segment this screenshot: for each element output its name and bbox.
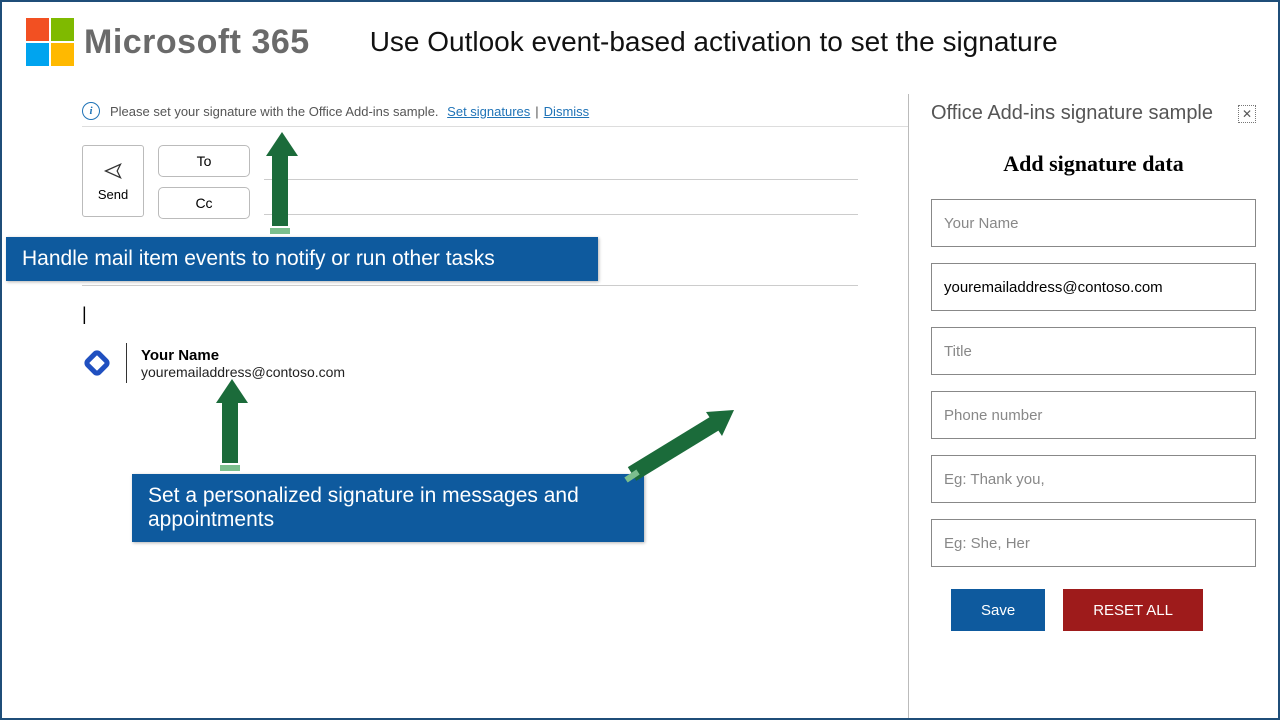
notification-bar: i Please set your signature with the Off… <box>82 102 908 127</box>
arrow-up-icon <box>216 379 244 471</box>
separator: | <box>535 104 538 119</box>
set-signatures-link[interactable]: Set signatures <box>447 104 530 119</box>
callout-events: Handle mail item events to notify or run… <box>6 237 598 281</box>
pronoun-field[interactable] <box>931 519 1256 567</box>
taskpane-title: Office Add-ins signature sample <box>931 102 1213 125</box>
callout-signature: Set a personalized signature in messages… <box>132 474 644 542</box>
arrow-diagonal-icon <box>622 404 742 484</box>
send-label: Send <box>98 187 128 202</box>
taskpane-heading: Add signature data <box>931 151 1256 177</box>
title-field[interactable] <box>931 327 1256 375</box>
greeting-field[interactable] <box>931 455 1256 503</box>
to-field[interactable] <box>264 145 858 180</box>
logo-text: Microsoft 365 <box>84 23 310 62</box>
info-icon: i <box>82 102 100 120</box>
reset-all-button[interactable]: RESET ALL <box>1063 589 1203 631</box>
send-icon <box>103 161 123 181</box>
email-field[interactable] <box>931 263 1256 311</box>
signature-email: youremailaddress@contoso.com <box>141 364 345 380</box>
signature-preview: Your Name youremailaddress@contoso.com <box>82 343 908 383</box>
arrow-up-icon <box>266 132 294 234</box>
close-icon[interactable]: ✕ <box>1238 105 1256 123</box>
notification-text: Please set your signature with the Offic… <box>110 104 439 119</box>
save-button[interactable]: Save <box>951 589 1045 631</box>
name-field[interactable] <box>931 199 1256 247</box>
dismiss-link[interactable]: Dismiss <box>544 104 590 119</box>
signature-name: Your Name <box>141 347 345 364</box>
phone-field[interactable] <box>931 391 1256 439</box>
send-button[interactable]: Send <box>82 145 144 217</box>
page-title: Use Outlook event-based activation to se… <box>370 26 1058 58</box>
diamond-icon <box>82 348 112 378</box>
ms-logo-icon <box>26 18 74 66</box>
body-cursor: | <box>82 304 908 325</box>
cc-field[interactable] <box>264 180 858 215</box>
cc-button[interactable]: Cc <box>158 187 250 219</box>
to-button[interactable]: To <box>158 145 250 177</box>
